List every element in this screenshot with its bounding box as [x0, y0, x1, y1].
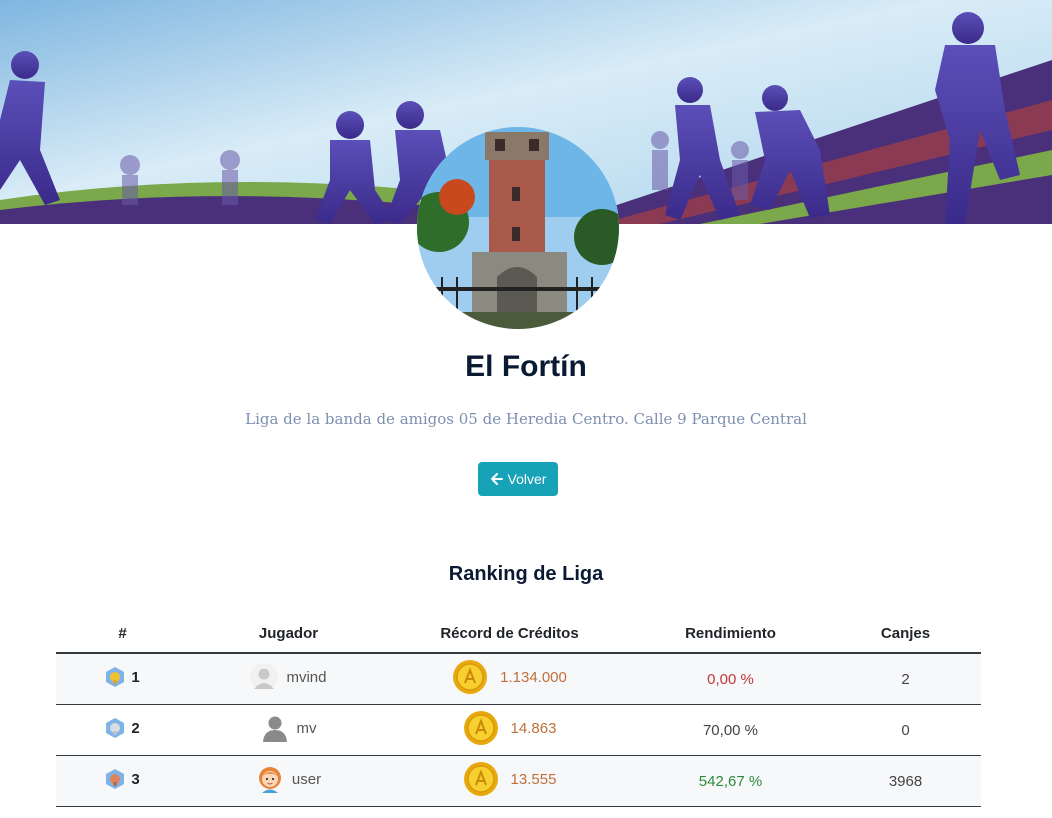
- gold-medal-icon: [106, 667, 125, 687]
- position-cell: 1: [105, 666, 140, 688]
- exchanges-value: 2: [830, 653, 981, 705]
- table-row: 3 user 13.555 542,67 % 3968: [56, 755, 981, 807]
- player-cell[interactable]: user: [256, 765, 321, 793]
- table-row: 2 mv 14.863 70,00 % 0: [56, 704, 981, 756]
- tower-photo-icon: [417, 127, 619, 329]
- bronze-medal-icon: [106, 769, 125, 789]
- exchanges-value: 3968: [830, 755, 981, 807]
- coin-icon: [463, 762, 498, 796]
- arrow-left-icon: [490, 473, 503, 485]
- position-number: 2: [131, 719, 140, 737]
- column-header-credits: Récord de Créditos: [388, 614, 631, 654]
- credits-cell: 14.863: [463, 710, 557, 746]
- position-number: 3: [131, 770, 140, 788]
- credits-cell: 13.555: [463, 761, 557, 797]
- column-header-exchanges: Canjes: [830, 614, 981, 654]
- player-name: mv: [296, 719, 317, 737]
- coin-icon: [463, 711, 498, 745]
- league-description: Liga de la banda de amigos 05 de Heredia…: [245, 410, 807, 428]
- column-header-position: #: [56, 614, 189, 654]
- table-header-row: # Jugador Récord de Créditos Rendimiento…: [56, 614, 981, 654]
- performance-value: 70,00 %: [631, 704, 830, 756]
- girl-avatar-icon: [258, 767, 281, 793]
- exchanges-value: 0: [830, 704, 981, 756]
- performance-value: 0,00 %: [631, 653, 830, 705]
- position-cell: 3: [105, 768, 140, 790]
- credits-value: 1.134.000: [500, 668, 567, 686]
- credits-cell: 1.134.000: [452, 659, 567, 695]
- credits-value: 13.555: [510, 770, 557, 788]
- back-button-label: Volver: [507, 471, 547, 487]
- column-header-performance: Rendimiento: [631, 614, 830, 654]
- league-title: El Fortín: [465, 350, 587, 383]
- player-name: mvind: [286, 668, 327, 686]
- player-cell[interactable]: mvind: [250, 663, 327, 691]
- coin-icon: [453, 660, 488, 694]
- ranking-title: Ranking de Liga: [448, 563, 604, 585]
- player-name: user: [291, 770, 322, 788]
- silhouette-avatar-icon: [262, 716, 287, 742]
- league-avatar: [417, 127, 619, 329]
- table-row: 1 mvind 1.134.000 0,00 % 2: [56, 653, 981, 705]
- credits-value: 14.863: [510, 719, 557, 737]
- back-button[interactable]: Volver: [478, 462, 558, 496]
- position-cell: 2: [105, 717, 140, 739]
- position-number: 1: [131, 668, 140, 686]
- silver-medal-icon: [106, 718, 125, 738]
- default-avatar-icon: [250, 663, 279, 691]
- player-cell[interactable]: mv: [261, 714, 317, 742]
- ranking-table: # Jugador Récord de Créditos Rendimiento…: [56, 614, 981, 807]
- column-header-player: Jugador: [189, 614, 388, 654]
- performance-value: 542,67 %: [631, 755, 830, 807]
